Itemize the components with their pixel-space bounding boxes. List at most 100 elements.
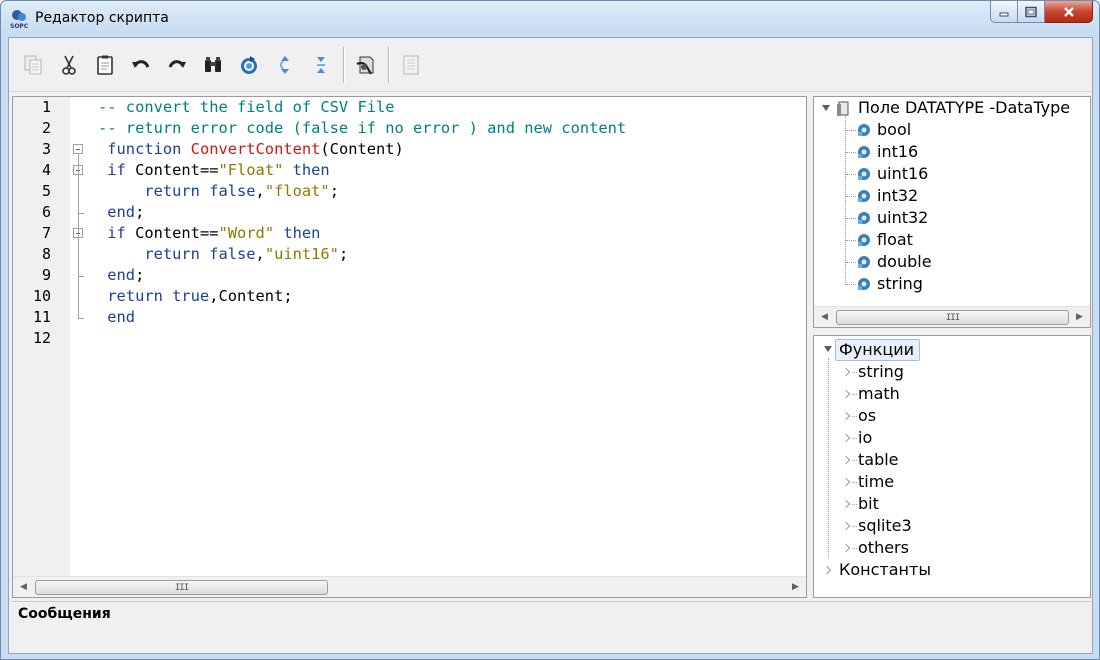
- datatype-item[interactable]: uint16: [877, 163, 928, 185]
- scroll-right-icon[interactable]: ▶: [1071, 307, 1088, 327]
- collapsed-arrow-icon[interactable]: [841, 543, 851, 553]
- code-line[interactable]: return true,Content;: [98, 286, 292, 307]
- tree-connector: [846, 174, 856, 175]
- minimize-icon: [999, 12, 1009, 16]
- collapsed-arrow-icon[interactable]: [822, 565, 832, 575]
- datatype-item[interactable]: int32: [877, 185, 918, 207]
- collapsed-arrow-icon[interactable]: [841, 367, 851, 377]
- function-group-item[interactable]: bit: [858, 493, 879, 515]
- function-group-item[interactable]: others: [858, 537, 909, 559]
- tree-guide-line: [828, 358, 829, 558]
- minimize-button[interactable]: [990, 1, 1018, 23]
- constants-label[interactable]: Константы: [839, 559, 931, 581]
- maximize-icon: [1025, 6, 1037, 17]
- toolbar: [9, 38, 1092, 92]
- tree-connector: [852, 416, 857, 417]
- fold-end-marker: [78, 276, 84, 277]
- code-token: (Content): [320, 140, 404, 158]
- code-text-area[interactable]: -- convert the field of CSV File -- retur…: [86, 97, 806, 576]
- function-group-item[interactable]: string: [858, 361, 904, 383]
- function-group-item[interactable]: os: [858, 405, 876, 427]
- collapsed-arrow-icon[interactable]: [841, 477, 851, 487]
- code-line[interactable]: end;: [98, 265, 144, 286]
- code-token: ;: [338, 245, 349, 263]
- code-line[interactable]: if Content=="Float" then: [98, 160, 329, 181]
- editor-scroll-thumb[interactable]: III: [35, 580, 328, 595]
- datatype-root-label[interactable]: Поле DATATYPE -DataType: [858, 97, 1070, 119]
- code-token: end: [98, 203, 136, 221]
- script-editor-window: SOPC Редактор скрипта 1 2 3 4 5 6 7 8 9 …: [0, 0, 1100, 660]
- code-line[interactable]: -- convert the field of CSV File: [98, 97, 395, 118]
- client-area: 1 2 3 4 5 6 7 8 9 10 11 12 -- convert the field of …: [8, 37, 1093, 654]
- scroll-right-icon[interactable]: ▶: [787, 577, 804, 597]
- datatype-item[interactable]: float: [877, 229, 913, 251]
- collapsed-arrow-icon[interactable]: [841, 455, 851, 465]
- datatype-item[interactable]: int16: [877, 141, 918, 163]
- scroll-left-icon[interactable]: ◀: [15, 577, 32, 597]
- close-button[interactable]: [1045, 1, 1093, 23]
- refresh-button[interactable]: [231, 47, 267, 83]
- copy-button[interactable]: [15, 47, 51, 83]
- collapse-button[interactable]: [303, 47, 339, 83]
- function-group-item[interactable]: io: [858, 427, 872, 449]
- close-icon: [1063, 6, 1074, 17]
- function-group-item[interactable]: time: [858, 471, 894, 493]
- collapsed-arrow-icon[interactable]: [841, 411, 851, 421]
- expand-arrow-icon[interactable]: [824, 346, 832, 352]
- line-number: 12: [32, 329, 51, 347]
- line-number: 6: [41, 203, 51, 221]
- code-line[interactable]: end;: [98, 202, 144, 223]
- datatype-item[interactable]: bool: [877, 119, 911, 141]
- types-scroll-thumb[interactable]: III: [836, 310, 1069, 325]
- fold-margin[interactable]: [70, 97, 86, 576]
- functions-root-label[interactable]: Функции: [839, 339, 914, 361]
- editor-horizontal-scrollbar[interactable]: ◀ III ▶: [13, 576, 806, 597]
- code-token: return false: [98, 245, 256, 263]
- code-token: -- return error code (false if no error …: [98, 119, 627, 137]
- datatype-item[interactable]: uint32: [877, 207, 928, 229]
- undo-button[interactable]: [123, 47, 159, 83]
- title-bar[interactable]: SOPC Редактор скрипта: [1, 1, 1099, 37]
- code-line[interactable]: -- return error code (false if no error …: [98, 118, 626, 139]
- datatype-item[interactable]: double: [877, 251, 932, 273]
- code-line[interactable]: end: [98, 307, 135, 328]
- expand-arrow-icon[interactable]: [822, 105, 830, 111]
- line-number: 1: [41, 98, 51, 116]
- datatype-icon: [858, 146, 870, 158]
- scroll-left-icon[interactable]: ◀: [816, 307, 833, 327]
- code-line[interactable]: return false,"uint16";: [98, 244, 348, 265]
- code-line[interactable]: if Content=="Word" then: [98, 223, 320, 244]
- types-horizontal-scrollbar[interactable]: ◀ III ▶: [814, 306, 1090, 327]
- datatype-icon: [858, 168, 870, 180]
- function-group-item[interactable]: sqlite3: [858, 515, 912, 537]
- clipboard-icon: [97, 55, 113, 75]
- code-token: if: [98, 161, 136, 179]
- check-script-button[interactable]: [348, 47, 384, 83]
- collapsed-arrow-icon[interactable]: [841, 499, 851, 509]
- code-editor[interactable]: 1 2 3 4 5 6 7 8 9 10 11 12 -- convert the field of …: [12, 96, 807, 598]
- redo-button[interactable]: [159, 47, 195, 83]
- window-title: Редактор скрипта: [35, 10, 169, 26]
- tree-connector: [846, 196, 856, 197]
- tree-connector: [852, 504, 857, 505]
- function-group-item[interactable]: math: [858, 383, 900, 405]
- collapsed-arrow-icon[interactable]: [841, 433, 851, 443]
- function-group-item[interactable]: table: [858, 449, 899, 471]
- datatype-item[interactable]: string: [877, 273, 923, 295]
- code-token: "uint16": [264, 245, 339, 263]
- tree-guide-line: [845, 115, 846, 285]
- code-line[interactable]: return false,"float";: [98, 181, 339, 202]
- field-icon: [837, 101, 849, 116]
- code-line[interactable]: function ConvertContent(Content): [98, 139, 404, 160]
- collapsed-arrow-icon[interactable]: [841, 521, 851, 531]
- document-button[interactable]: [393, 47, 429, 83]
- cut-button[interactable]: [51, 47, 87, 83]
- paste-button[interactable]: [87, 47, 123, 83]
- expand-button[interactable]: [267, 47, 303, 83]
- collapsed-arrow-icon[interactable]: [841, 389, 851, 399]
- toolbar-separator-2: [388, 46, 389, 83]
- fold-toggle-icon[interactable]: [73, 144, 83, 154]
- find-button[interactable]: [195, 47, 231, 83]
- redo-icon: [168, 59, 186, 68]
- maximize-button[interactable]: [1018, 1, 1045, 23]
